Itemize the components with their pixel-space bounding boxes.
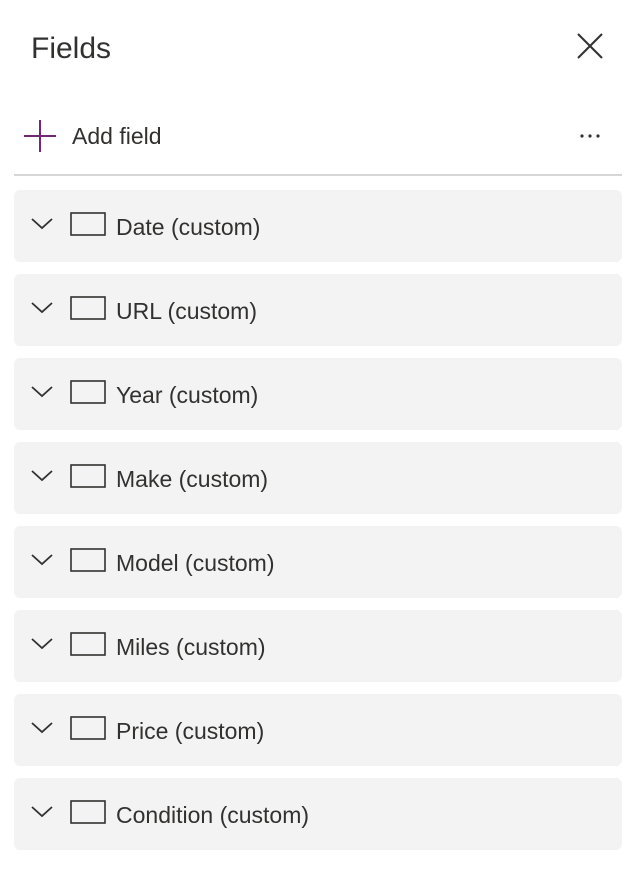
field-type-icon	[70, 632, 106, 656]
field-label: Miles (custom)	[116, 634, 266, 660]
chevron-down-icon[interactable]	[30, 214, 54, 232]
chevron-down-icon[interactable]	[30, 382, 54, 400]
field-row[interactable]: Year (custom)	[14, 358, 622, 430]
more-options-button[interactable]	[572, 120, 612, 152]
add-field-label: Add field	[72, 122, 162, 149]
field-row[interactable]: Price (custom)	[14, 694, 622, 766]
field-label: Price (custom)	[116, 718, 265, 744]
field-label: URL (custom)	[116, 298, 257, 324]
chevron-down-icon[interactable]	[30, 802, 54, 820]
field-type-icon	[70, 380, 106, 404]
chevron-down-icon[interactable]	[30, 466, 54, 484]
field-type-icon	[70, 464, 106, 488]
field-list: Date (custom) URL (custom) Year (custom) Ma…	[14, 190, 622, 862]
panel-header: Fields	[0, 0, 632, 100]
field-type-icon	[70, 800, 106, 824]
chevron-down-icon[interactable]	[30, 634, 54, 652]
field-label: Year (custom)	[116, 382, 259, 408]
fields-toolbar: Add field	[14, 108, 622, 176]
field-type-icon	[70, 716, 106, 740]
field-type-icon	[70, 548, 106, 572]
field-label: Make (custom)	[116, 466, 269, 492]
more-options-icon	[580, 134, 600, 138]
add-field-button[interactable]: Add field	[22, 116, 162, 156]
field-row[interactable]: Condition (custom)	[14, 778, 622, 850]
field-label: Condition (custom)	[116, 802, 310, 828]
chevron-down-icon[interactable]	[30, 298, 54, 316]
field-row[interactable]: Date (custom)	[14, 190, 622, 262]
close-icon	[577, 33, 603, 59]
field-row[interactable]: Miles (custom)	[14, 610, 622, 682]
field-row[interactable]: Make (custom)	[14, 442, 622, 514]
close-button[interactable]	[570, 28, 610, 68]
field-label: Model (custom)	[116, 550, 275, 576]
plus-icon	[24, 120, 56, 152]
field-label: Date (custom)	[116, 214, 261, 240]
panel-title: Fields	[31, 32, 112, 65]
field-row[interactable]: Model (custom)	[14, 526, 622, 598]
field-type-icon	[70, 296, 106, 320]
field-type-icon	[70, 212, 106, 236]
field-row[interactable]: URL (custom)	[14, 274, 622, 346]
chevron-down-icon[interactable]	[30, 550, 54, 568]
chevron-down-icon[interactable]	[30, 718, 54, 736]
